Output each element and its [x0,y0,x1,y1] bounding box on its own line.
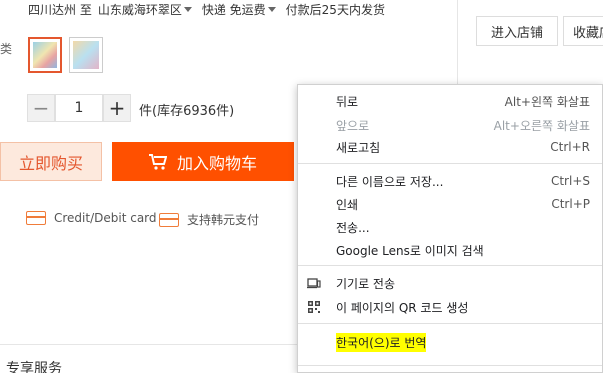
payment-card: Credit/Debit card [26,211,157,225]
shipping-row: 四川达州 至 山东威海环翠区 快递 免运费 付款后25天内发货 [28,0,385,18]
menu-separator [298,365,602,366]
translate-highlight: 한국어(으)로 번역 [336,332,427,352]
menu-separator [298,265,602,266]
menu-item-translate[interactable]: 한국어(으)로 번역 [336,332,590,352]
menu-item-cast[interactable]: 전송... [336,217,590,237]
product-image [33,42,57,68]
add-to-cart-label: 加入购物车 [176,153,257,173]
quantity-input[interactable]: 1 [55,94,103,122]
stock-text: 件(库存6936件) [139,104,235,119]
quantity-decrease-button[interactable]: − [27,94,55,122]
menu-separator [298,163,602,164]
variant-thumb-2[interactable] [69,37,103,73]
menu-item-reload[interactable]: 새로고침 Ctrl+R [336,137,590,157]
credit-card-icon [159,212,179,227]
menu-item-print[interactable]: 인쇄 Ctrl+P [336,194,590,214]
menu-item-save-as[interactable]: 다른 이름으로 저장... Ctrl+S [336,171,590,191]
ship-note: 付款后25天内发货 [285,2,385,17]
ship-method-select[interactable]: 快递 免运费 [202,1,280,18]
menu-item-forward[interactable]: 앞으로 Alt+오른쪽 화살표 [336,115,590,135]
buy-now-button[interactable]: 立即购买 [0,142,102,181]
menu-item-back[interactable]: 뒤로 Alt+왼쪽 화살표 [336,91,590,111]
device-icon [307,278,321,289]
credit-card-icon [26,211,46,225]
qr-code-icon [308,301,320,313]
chevron-down-icon [183,7,192,12]
context-menu: 뒤로 Alt+왼쪽 화살표 앞으로 Alt+오른쪽 화살표 새로고침 Ctrl+R 다… [297,84,603,373]
menu-separator [298,323,602,324]
add-to-cart-button[interactable]: 加入购物车 [112,142,294,181]
ship-from: 四川达州 至 [28,2,92,17]
payment-krw-label: 支持韩元支付 [187,213,260,227]
menu-item-send-to-device[interactable]: 기기로 전송 [336,273,590,293]
menu-item-qr-code[interactable]: 이 페이지의 QR 코드 생성 [336,297,590,317]
favorite-store-button[interactable]: 收藏店 [563,16,603,46]
payment-krw: 支持韩元支付 [159,211,259,228]
enter-store-button[interactable]: 进入店铺 [476,16,558,46]
variant-label: 类 [0,42,13,56]
cart-icon [148,153,167,170]
exclusive-service-title: 专享服务 [6,361,62,373]
ship-to-select[interactable]: 山东威海环翠区 [98,1,196,18]
section-divider [0,344,300,345]
menu-item-google-lens[interactable]: Google Lens로 이미지 검색 [336,240,590,260]
product-image [73,41,99,69]
variant-thumb-1[interactable] [28,37,62,73]
payment-card-label: Credit/Debit card [54,211,157,225]
chevron-down-icon [267,7,276,12]
quantity-increase-button[interactable]: + [103,94,131,122]
